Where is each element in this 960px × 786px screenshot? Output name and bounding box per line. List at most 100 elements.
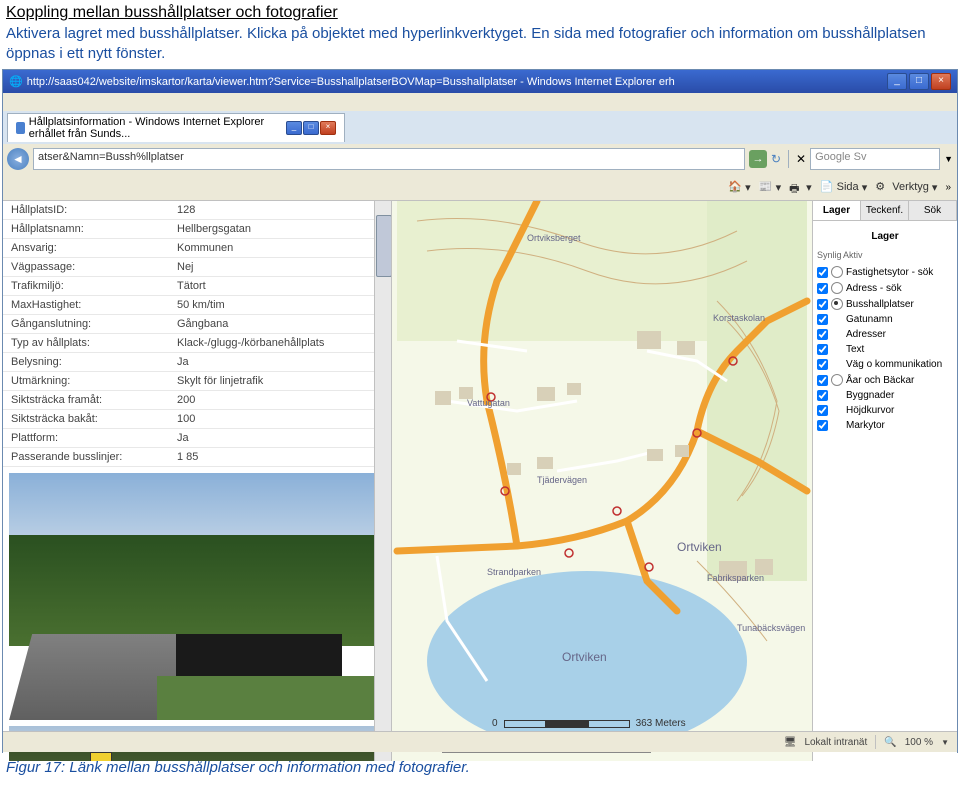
layer-visible-checkbox[interactable]	[817, 283, 828, 294]
info-value: 200	[169, 391, 391, 410]
info-key: Utmärkning:	[3, 372, 169, 391]
search-icon[interactable]: ✕	[796, 152, 806, 166]
layer-visible-checkbox[interactable]	[817, 405, 828, 416]
info-value: Klack-/glugg-/körbanehållplats	[169, 334, 391, 353]
layer-label: Höjdkurvor	[846, 405, 894, 416]
layer-active-radio[interactable]	[831, 266, 843, 278]
zoom-value: 100 %	[905, 737, 933, 748]
search-dropdown-icon[interactable]: ▼	[944, 154, 953, 164]
window-titlebar: 🌐 http://saas042/website/imskartor/karta…	[3, 70, 957, 93]
go-button[interactable]: →	[749, 150, 767, 168]
info-table: HållplatsID:128Hållplatsnamn:Hellbergsga…	[3, 201, 391, 467]
info-key: Passerande busslinjer:	[3, 448, 169, 467]
info-key: MaxHastighet:	[3, 296, 169, 315]
table-row: Typ av hållplats:Klack-/glugg-/körbanehå…	[3, 334, 391, 353]
layer-row: Text	[817, 342, 953, 357]
map-label: Vattugatan	[467, 398, 510, 408]
browser-tab[interactable]: Hållplatsinformation - Windows Internet …	[7, 113, 345, 142]
photo-1	[9, 473, 379, 720]
layer-row: Adress - sök	[817, 280, 953, 296]
layer-visible-checkbox[interactable]	[817, 375, 828, 386]
info-key: Belysning:	[3, 353, 169, 372]
tab-lager[interactable]: Lager	[813, 201, 861, 220]
table-row: Vägpassage:Nej	[3, 258, 391, 277]
zoom-dropdown-icon[interactable]: ▼	[941, 738, 949, 747]
layer-visible-checkbox[interactable]	[817, 390, 828, 401]
table-row: Gånganslutning:Gångbana	[3, 315, 391, 334]
address-input[interactable]: atser&Namn=Bussh%llplatser	[33, 148, 745, 170]
tools-menu[interactable]: ⚙Verktyg ▾	[875, 180, 937, 194]
table-row: Plattform:Ja	[3, 429, 391, 448]
table-row: MaxHastighet:50 km/tim	[3, 296, 391, 315]
layer-active-radio[interactable]	[831, 282, 843, 294]
inner-close-button[interactable]: ×	[320, 121, 336, 135]
inner-max-button[interactable]: □	[303, 121, 319, 135]
info-key: Typ av hållplats:	[3, 334, 169, 353]
table-row: Siktsträcka bakåt:100	[3, 410, 391, 429]
browser-window: 🌐 http://saas042/website/imskartor/karta…	[2, 69, 958, 753]
table-row: Ansvarig:Kommunen	[3, 239, 391, 258]
command-bar: 🏠▾ 📰▾ 🖶▾ 📄Sida ▾ ⚙Verktyg ▾ »	[3, 174, 957, 201]
refresh-icon[interactable]: ↻	[771, 152, 781, 166]
map-viewport[interactable]: Ortviksberget Korstaskolan Vattugatan Tj…	[392, 201, 812, 761]
page-heading: Koppling mellan busshållplatser och foto…	[0, 0, 960, 22]
map-label: Tjädervägen	[537, 475, 587, 485]
layer-visible-checkbox[interactable]	[817, 359, 828, 370]
layer-visible-checkbox[interactable]	[817, 314, 828, 325]
info-value: Hellbergsgatan	[169, 220, 391, 239]
search-input[interactable]: Google Sv	[810, 148, 940, 170]
layer-visible-checkbox[interactable]	[817, 420, 828, 431]
table-row: Belysning:Ja	[3, 353, 391, 372]
status-bar: 🖥 Lokalt intranät 🔍 100 % ▼	[3, 731, 957, 752]
info-value: Ja	[169, 429, 391, 448]
close-button[interactable]: ×	[931, 73, 951, 90]
scrollbar[interactable]	[374, 201, 391, 761]
inner-min-button[interactable]: _	[286, 121, 302, 135]
layer-visible-checkbox[interactable]	[817, 299, 828, 310]
minimize-button[interactable]: _	[887, 73, 907, 90]
page-icon: 📄	[820, 180, 834, 194]
map-label: Ortviken	[677, 540, 722, 554]
layer-visible-checkbox[interactable]	[817, 329, 828, 340]
layer-visible-checkbox[interactable]	[817, 267, 828, 278]
chevron-right-icon[interactable]: »	[945, 182, 951, 193]
layer-label: Byggnader	[846, 390, 894, 401]
home-icon: 🏠	[728, 180, 742, 194]
table-row: Siktsträcka framåt:200	[3, 391, 391, 410]
tab-teckenf[interactable]: Teckenf.	[861, 201, 909, 220]
page-intro: Aktivera lagret med busshållplatser. Kli…	[0, 22, 960, 69]
nav-back-icon[interactable]: ◄	[7, 148, 29, 170]
table-row: Trafikmiljö:Tätort	[3, 277, 391, 296]
tab-sok[interactable]: Sök	[909, 201, 957, 220]
info-value: 50 km/tim	[169, 296, 391, 315]
page-menu[interactable]: 📄Sida ▾	[820, 180, 868, 194]
layer-row: Fastighetsytor - sök	[817, 264, 953, 280]
tab-favicon	[16, 122, 25, 134]
side-column-headers: SynligAktiv	[817, 250, 953, 264]
layer-active-radio[interactable]	[831, 374, 843, 386]
feed-button[interactable]: 📰▾	[759, 180, 782, 194]
scroll-thumb[interactable]	[376, 215, 392, 277]
home-button[interactable]: 🏠▾	[728, 180, 751, 194]
print-button[interactable]: 🖶▾	[789, 180, 812, 194]
layer-visible-checkbox[interactable]	[817, 344, 828, 355]
map-label: Ortviksberget	[527, 233, 581, 243]
info-key: HållplatsID:	[3, 201, 169, 220]
layer-label: Fastighetsytor - sök	[846, 267, 933, 278]
layer-active-radio[interactable]	[831, 298, 843, 310]
content-area: HållplatsID:128Hållplatsnamn:Hellbergsga…	[3, 201, 957, 761]
info-panel: HållplatsID:128Hållplatsnamn:Hellbergsga…	[3, 201, 392, 761]
tabbar: Hållplatsinformation - Windows Internet …	[3, 111, 957, 144]
layer-panel: Lager Teckenf. Sök Lager SynligAktiv Fas…	[812, 201, 957, 761]
info-value: 100	[169, 410, 391, 429]
info-key: Siktsträcka framåt:	[3, 391, 169, 410]
map-label: Strandparken	[487, 567, 541, 577]
layer-label: Gatunamn	[846, 314, 893, 325]
layer-row: Busshallplatser	[817, 296, 953, 312]
info-value: 1 85	[169, 448, 391, 467]
maximize-button[interactable]: □	[909, 73, 929, 90]
layer-row: Adresser	[817, 327, 953, 342]
layer-label: Åar och Bäckar	[846, 375, 914, 386]
menubar	[3, 93, 957, 111]
info-value: Tätort	[169, 277, 391, 296]
